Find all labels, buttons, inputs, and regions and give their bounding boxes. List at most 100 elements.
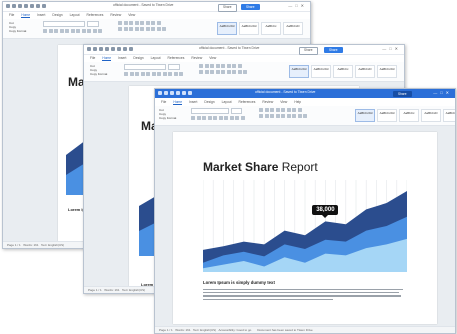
tab-review[interactable]: Review xyxy=(110,12,121,18)
tab-home[interactable]: Home xyxy=(173,99,183,105)
writer-window-front: official document - Saved to Tiwen Drive… xyxy=(154,88,456,334)
tab-design[interactable]: Design xyxy=(133,55,143,61)
tab-references[interactable]: References xyxy=(87,12,104,18)
share-button[interactable]: Share xyxy=(241,3,260,10)
styles-gallery: AaBbCcDd AaBbCcDd AaBbCc AaBbCcD AaBbCcD… xyxy=(355,109,455,122)
status-autosave: Document has been saved to Tiwen Drive xyxy=(257,328,313,332)
tab-insert[interactable]: Insert xyxy=(37,12,45,18)
tab-home[interactable]: Home xyxy=(102,55,112,61)
format-painter-button[interactable]: Copy Format xyxy=(159,116,176,120)
ribbon-tabs: File Home Insert Design Layout Reference… xyxy=(155,99,455,105)
tab-insert[interactable]: Insert xyxy=(189,99,197,105)
style-no-spacing[interactable]: AaBbCcDd xyxy=(239,22,259,35)
clipboard-group: Cut Copy Copy Format xyxy=(90,64,107,79)
document-page[interactable]: Market Share Report 38,000 Lorem Ipsum i… xyxy=(173,132,437,324)
style-subtitle[interactable]: AaBbCcD xyxy=(283,22,303,35)
document-title: official document - Saved to Tiwen Drive xyxy=(255,90,316,94)
title-bar: official document - Saved to Tiwen Drive… xyxy=(3,2,310,12)
style-heading-1[interactable]: AaBbCcDd xyxy=(443,109,455,122)
title-bar: official document - Saved to Tiwen Drive… xyxy=(84,45,404,55)
tab-file[interactable]: File xyxy=(161,99,166,105)
status-page: Page 1 / 1 xyxy=(159,328,173,332)
ribbon: Cut Copy Copy Format AaBbCcDd AaBbCcDd A… xyxy=(3,19,310,39)
status-language: Text: English(US) xyxy=(40,243,65,247)
style-title[interactable]: AaBbCc xyxy=(261,22,281,35)
quick-access-toolbar xyxy=(87,47,133,52)
status-words: Words: 161 xyxy=(175,328,191,332)
document-title: official document - Saved to Tiwen Drive xyxy=(113,3,174,7)
status-language: Text: English(US) xyxy=(121,288,146,292)
tab-file[interactable]: File xyxy=(9,12,14,18)
tab-references[interactable]: References xyxy=(168,55,185,61)
share-button[interactable]: Share xyxy=(393,90,412,97)
tab-file[interactable]: File xyxy=(90,55,95,61)
tab-design[interactable]: Design xyxy=(204,99,214,105)
clipboard-group: Cut Copy Copy Format xyxy=(9,21,26,36)
tab-layout[interactable]: Layout xyxy=(222,99,232,105)
style-title[interactable]: AaBbCc xyxy=(333,65,353,78)
quick-access-toolbar xyxy=(158,91,192,96)
tab-insert[interactable]: Insert xyxy=(118,55,126,61)
tab-view[interactable]: View xyxy=(209,55,216,61)
paragraph-group xyxy=(259,108,307,123)
status-language: Text: English(US) xyxy=(192,328,217,332)
share-outline-button[interactable]: Share xyxy=(299,46,318,55)
status-page: Page 1 / 1 xyxy=(88,288,102,292)
tab-view[interactable]: View xyxy=(280,99,287,105)
paragraph-group xyxy=(199,64,247,79)
style-no-spacing[interactable]: AaBbCcDd xyxy=(311,65,331,78)
market-share-area-chart xyxy=(203,180,407,272)
share-outline-button[interactable]: Share xyxy=(218,3,237,12)
status-accessibility: Accessibility: Good to go xyxy=(218,328,252,332)
style-subtitle[interactable]: AaBbCcD xyxy=(355,65,375,78)
ribbon: Cut Copy Copy Format AaBbCcDd AaBbCcDd A… xyxy=(155,106,455,126)
tab-layout[interactable]: Layout xyxy=(151,55,161,61)
font-name-field[interactable] xyxy=(124,64,166,70)
font-name-field[interactable] xyxy=(43,21,85,27)
style-normal[interactable]: AaBbCcDd xyxy=(355,109,375,122)
tab-help[interactable]: Help xyxy=(294,99,301,105)
document-canvas[interactable]: Market Share Report 38,000 Lorem Ipsum i… xyxy=(155,126,455,327)
tab-references[interactable]: References xyxy=(239,99,256,105)
font-name-field[interactable] xyxy=(191,108,229,114)
document-title: official document - Saved to Tiwen Drive xyxy=(199,46,260,50)
chart-callout: 38,000 xyxy=(312,205,339,219)
window-controls[interactable]: —□✕ xyxy=(433,90,452,95)
style-heading-1[interactable]: AaBbCcDd xyxy=(377,65,397,78)
tab-review[interactable]: Review xyxy=(262,99,273,105)
window-controls[interactable]: —□✕ xyxy=(382,46,401,51)
report-title: Market Share Report xyxy=(203,160,318,174)
ribbon: Cut Copy Copy Format AaBbCcDd AaBbCcDd A… xyxy=(84,62,404,82)
window-controls[interactable]: —□✕ xyxy=(288,3,307,8)
body-paragraph xyxy=(203,289,403,302)
font-size-field[interactable] xyxy=(86,21,99,27)
status-bar: Page 1 / 1 Words: 161 Text: English(US) … xyxy=(155,326,455,333)
style-normal[interactable]: AaBbCcDd xyxy=(217,22,237,35)
font-size-field[interactable] xyxy=(167,64,180,70)
status-page: Page 1 / 1 xyxy=(7,243,21,247)
ribbon-tabs: File Home Insert Design Layout Reference… xyxy=(84,55,404,61)
style-normal[interactable]: AaBbCcDd xyxy=(289,65,309,78)
tab-design[interactable]: Design xyxy=(52,12,62,18)
style-subtitle[interactable]: AaBbCcD xyxy=(421,109,441,122)
share-button[interactable]: Share xyxy=(324,46,343,53)
title-bar: official document - Saved to Tiwen Drive… xyxy=(155,89,455,98)
status-words: Words: 161 xyxy=(23,243,39,247)
font-group xyxy=(43,21,102,36)
style-title[interactable]: AaBbCc xyxy=(399,109,419,122)
styles-gallery: AaBbCcDd AaBbCcDd AaBbCc AaBbCcD AaBbCcD… xyxy=(289,65,397,78)
font-group xyxy=(124,64,183,79)
subheading: Lorem Ipsum is simply dummy text xyxy=(203,280,275,285)
ribbon-tabs: File Home Insert Design Layout Reference… xyxy=(3,12,310,18)
tab-review[interactable]: Review xyxy=(191,55,202,61)
format-painter-button[interactable]: Copy Format xyxy=(9,29,26,33)
style-no-spacing[interactable]: AaBbCcDd xyxy=(377,109,397,122)
format-painter-button[interactable]: Copy Format xyxy=(90,72,107,76)
paragraph-group xyxy=(118,21,166,36)
font-size-field[interactable] xyxy=(230,108,242,114)
styles-gallery: AaBbCcDd AaBbCcDd AaBbCc AaBbCcD xyxy=(217,22,303,35)
tab-layout[interactable]: Layout xyxy=(70,12,80,18)
tab-home[interactable]: Home xyxy=(21,12,31,18)
tab-view[interactable]: View xyxy=(128,12,135,18)
quick-access-toolbar xyxy=(6,4,46,9)
